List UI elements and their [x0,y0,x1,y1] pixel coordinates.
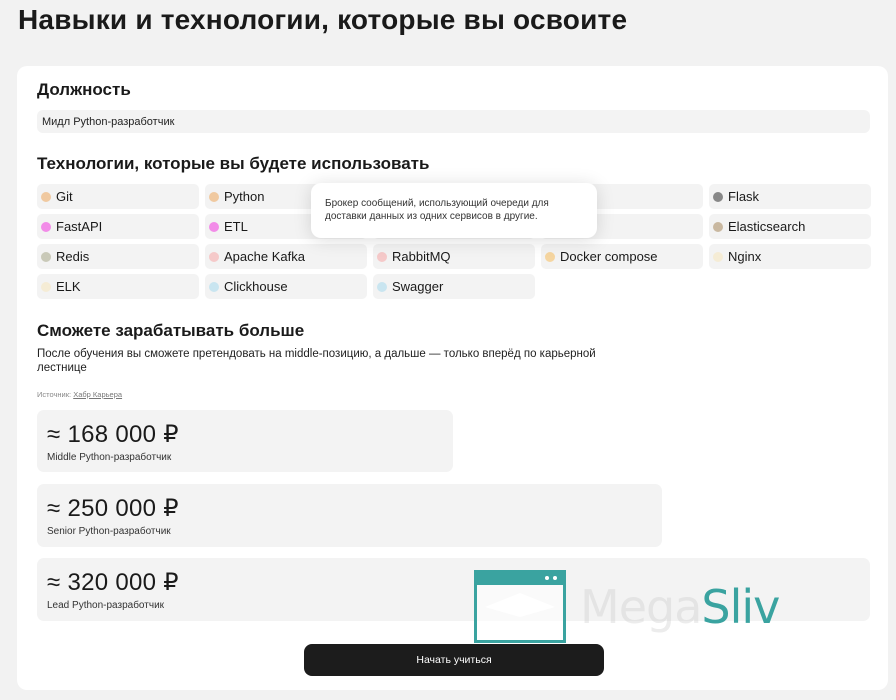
tech-tooltip: Брокер сообщений, использующий очереди д… [311,183,597,238]
earnings-description: После обучения вы сможете претендовать н… [37,348,596,374]
tech-dot-icon [713,251,723,262]
tech-dot-icon [209,281,219,292]
earnings-heading: Сможете зарабатывать больше [37,321,305,340]
tech-chip-label: Nginx [728,249,762,264]
source-link[interactable]: Хабр Карьера [73,390,122,399]
salary-card-middle: ≈ 168 000 ₽ Middle Python-разработчик [37,410,453,472]
tech-chip[interactable]: FastAPI [37,214,199,239]
salary-card-senior: ≈ 250 000 ₽ Senior Python-разработчик [37,484,662,547]
tech-chip-label: ETL [224,219,248,234]
page-title: Навыки и технологии, которые вы освоите [18,4,628,35]
source-prefix: Источник: [37,390,72,399]
watermark-logo-icon [474,570,566,643]
tech-chip-label: Flask [728,189,760,204]
watermark-text: MegaSliv [580,580,780,634]
tech-chip[interactable]: Redis [37,244,199,269]
tech-chip-label: Redis [56,249,90,264]
tech-chip-label: FastAPI [56,219,103,234]
salary-role: Senior Python-разработчик [47,526,171,537]
salary-amount: ≈ 320 000 ₽ [47,569,179,596]
tech-dot-icon [377,251,387,262]
tech-chip-label: Elasticsearch [728,219,806,234]
tech-dot-icon [713,221,723,232]
start-learning-button[interactable]: Начать учиться [304,644,604,676]
tech-chip[interactable]: Docker compose [541,244,703,269]
tech-chip[interactable]: Nginx [709,244,871,269]
salary-role: Middle Python-разработчик [47,452,172,463]
tech-dot-icon [41,251,51,262]
tech-chip-label: RabbitMQ [392,249,451,264]
tech-dot-icon [41,191,51,202]
tech-dot-icon [41,221,51,232]
tech-dot-icon [713,191,723,202]
position-heading: Должность [37,80,131,99]
tech-dot-icon [209,251,219,262]
tech-chip-label: Git [56,189,73,204]
tech-chip-label: Swagger [392,279,444,294]
salary-role: Lead Python-разработчик [47,600,165,611]
salary-amount: ≈ 168 000 ₽ [47,421,179,448]
tech-chip[interactable]: Elasticsearch [709,214,871,239]
tech-chip[interactable]: Swagger [373,274,535,299]
tech-chip-label: Apache Kafka [224,249,305,264]
tech-dot-icon [545,251,555,262]
tech-chip-label: ELK [56,279,81,294]
tech-chip[interactable]: Clickhouse [205,274,367,299]
tech-chip-label: Clickhouse [224,279,288,294]
tech-dot-icon [377,281,387,292]
tech-dot-icon [209,191,219,202]
salary-amount: ≈ 250 000 ₽ [47,495,179,522]
tech-chip[interactable]: RabbitMQ [373,244,535,269]
tech-chip[interactable]: Flask [709,184,871,209]
tech-chip[interactable]: ELK [37,274,199,299]
tech-chip[interactable]: Apache Kafka [205,244,367,269]
tech-chip-label: Python [224,189,265,204]
source-note: Источник: Хабр Карьера [37,390,122,399]
tech-chip-label: Docker compose [560,249,658,264]
tech-chip[interactable]: Git [37,184,199,209]
tech-dot-icon [209,221,219,232]
tech-heading: Технологии, которые вы будете использова… [37,154,430,173]
tech-dot-icon [41,281,51,292]
position-field: Мидл Python-разработчик [37,110,870,133]
